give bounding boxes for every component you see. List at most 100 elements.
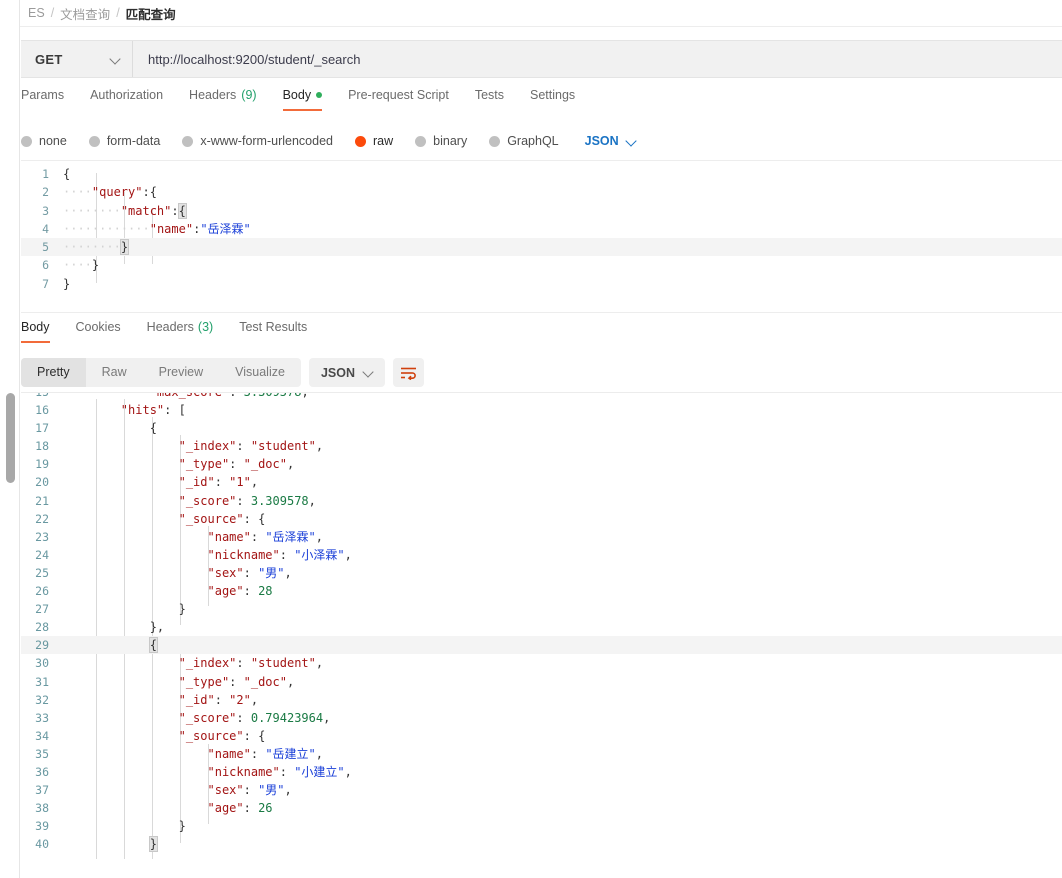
line-number: 32	[35, 692, 49, 707]
tab-pre-request-script[interactable]: Pre-request Script	[348, 88, 462, 111]
code-line: 21 "_score": 3.309578,	[21, 492, 1062, 510]
radio-icon	[88, 135, 100, 147]
line-text: }	[178, 819, 186, 834]
code-line: 30 "_index": "student",	[21, 654, 1062, 672]
code-line: 37 "sex": "男",	[21, 781, 1062, 799]
word-wrap-button[interactable]	[393, 358, 424, 387]
body-type-binary[interactable]: binary	[415, 134, 467, 148]
code-line: 34 "_source": {	[21, 727, 1062, 745]
code-line: 28 },	[21, 618, 1062, 636]
line-text: "_index": "student",	[178, 656, 324, 671]
chevron-down-icon	[627, 137, 636, 146]
code-line: 35 "name": "岳建立",	[21, 745, 1062, 763]
code-line: 38 "age": 26	[21, 799, 1062, 817]
code-line: 36 "nickname": "小建立",	[21, 763, 1062, 781]
code-line: 20 "_id": "1",	[21, 473, 1062, 491]
line-number: 5	[42, 240, 49, 255]
response-format-label: JSON	[320, 365, 355, 380]
request-body-editor[interactable]: 1 { 2 ····"query":{ 3 ········"match":{ …	[21, 165, 1062, 313]
response-tab-headers[interactable]: Headers (3)	[147, 320, 214, 343]
code-line: 3 ········"match":{	[21, 202, 1062, 220]
line-text: "age": 26	[207, 801, 273, 816]
tab-headers[interactable]: Headers (9)	[189, 88, 270, 111]
line-text: "nickname": "小建立",	[207, 764, 352, 779]
response-tab-test-results[interactable]: Test Results	[239, 320, 307, 343]
line-text: "age": 28	[207, 584, 273, 599]
line-text: "_source": {	[178, 511, 266, 526]
body-modified-dot-icon	[316, 92, 323, 98]
code-line: 1 {	[21, 165, 1062, 183]
code-line: 2 ····"query":{	[21, 183, 1062, 201]
body-format-label: JSON	[584, 134, 619, 148]
tab-settings[interactable]: Settings	[530, 88, 588, 111]
breadcrumb-item-1[interactable]: 文档查询	[60, 4, 110, 23]
line-text: "nickname": "小泽霖",	[207, 547, 352, 562]
body-type-urlencoded[interactable]: x-www-form-urlencoded	[182, 134, 333, 148]
request-tabs: Params Authorization Headers (9) Body Pr…	[21, 88, 1062, 120]
tab-label: Pre-request Script	[348, 88, 449, 102]
code-line: 19 "_type": "_doc",	[21, 455, 1062, 473]
radio-icon	[21, 135, 32, 147]
body-type-graphql[interactable]: GraphQL	[489, 134, 559, 148]
body-format-select[interactable]: JSON	[585, 134, 636, 148]
tab-label: Body	[282, 88, 312, 102]
breadcrumb-separator: /	[50, 6, 55, 20]
line-text: ········"match":{	[63, 202, 187, 219]
line-number: 30	[35, 656, 49, 671]
breadcrumb-separator: /	[116, 6, 120, 20]
body-type-label: none	[39, 134, 67, 148]
response-view-segmented-control: Pretty Raw Preview Visualize	[21, 358, 301, 387]
line-text: "_type": "_doc",	[178, 674, 295, 689]
view-pretty[interactable]: Pretty	[21, 358, 86, 387]
tab-body[interactable]: Body	[282, 88, 336, 111]
line-text: ············"name":"岳泽霖"	[63, 221, 251, 236]
line-number: 6	[42, 258, 49, 273]
code-line: 40 }	[21, 835, 1062, 853]
line-number: 24	[35, 547, 49, 562]
code-line: 6 ····}	[21, 256, 1062, 274]
line-number: 2	[42, 185, 49, 200]
response-body-editor[interactable]: 15 "max_score": 3.309578, 16 "hits": [ 1…	[21, 392, 1062, 878]
line-number: 29	[35, 638, 49, 653]
line-number: 25	[35, 565, 49, 580]
tab-authorization[interactable]: Authorization	[90, 88, 176, 111]
tab-label: Body	[21, 320, 50, 334]
line-number: 37	[35, 783, 49, 798]
body-type-none[interactable]: none	[21, 134, 67, 148]
response-tabs: Body Cookies Headers (3) Test Results	[21, 320, 1062, 350]
body-type-raw[interactable]: raw	[355, 134, 393, 148]
request-url-bar: GET http://localhost:9200/student/_searc…	[21, 40, 1062, 78]
view-raw[interactable]: Raw	[86, 358, 143, 387]
code-line: 15 "max_score": 3.309578,	[21, 392, 1062, 401]
line-number: 4	[42, 221, 49, 236]
tab-label: Test Results	[239, 320, 308, 334]
breadcrumb-item-current[interactable]: 匹配查询	[126, 4, 176, 23]
code-line: 7 }	[21, 275, 1062, 293]
http-method-select[interactable]: GET	[21, 41, 133, 77]
line-number: 22	[35, 511, 49, 526]
tab-label: Params	[21, 88, 65, 102]
tab-params[interactable]: Params	[21, 88, 77, 111]
view-visualize[interactable]: Visualize	[219, 358, 301, 387]
postman-window: ES / 文档查询 / 匹配查询 GET http://localhost:92…	[0, 0, 1062, 878]
line-number: 33	[35, 710, 49, 725]
tab-tests[interactable]: Tests	[475, 88, 517, 111]
response-tab-body[interactable]: Body	[21, 320, 50, 343]
body-type-form-data[interactable]: form-data	[88, 134, 160, 148]
line-text: "_type": "_doc",	[178, 457, 295, 472]
line-number: 36	[35, 764, 49, 779]
page-scrollbar-track[interactable]	[3, 0, 15, 878]
line-number: 23	[35, 529, 49, 544]
line-text: "max_score": 3.309578,	[149, 392, 309, 399]
response-tab-cookies[interactable]: Cookies	[76, 320, 121, 343]
line-number: 20	[35, 475, 49, 490]
url-input[interactable]: http://localhost:9200/student/_search	[133, 41, 1062, 77]
breadcrumb-item-0[interactable]: ES	[28, 6, 45, 20]
view-preview[interactable]: Preview	[143, 358, 219, 387]
response-format-select[interactable]: JSON	[308, 358, 385, 387]
page-scrollbar-thumb[interactable]	[6, 393, 15, 483]
line-text: }	[148, 836, 158, 853]
line-number: 39	[35, 819, 49, 834]
tab-label: Tests	[474, 88, 504, 102]
word-wrap-icon	[401, 367, 416, 380]
